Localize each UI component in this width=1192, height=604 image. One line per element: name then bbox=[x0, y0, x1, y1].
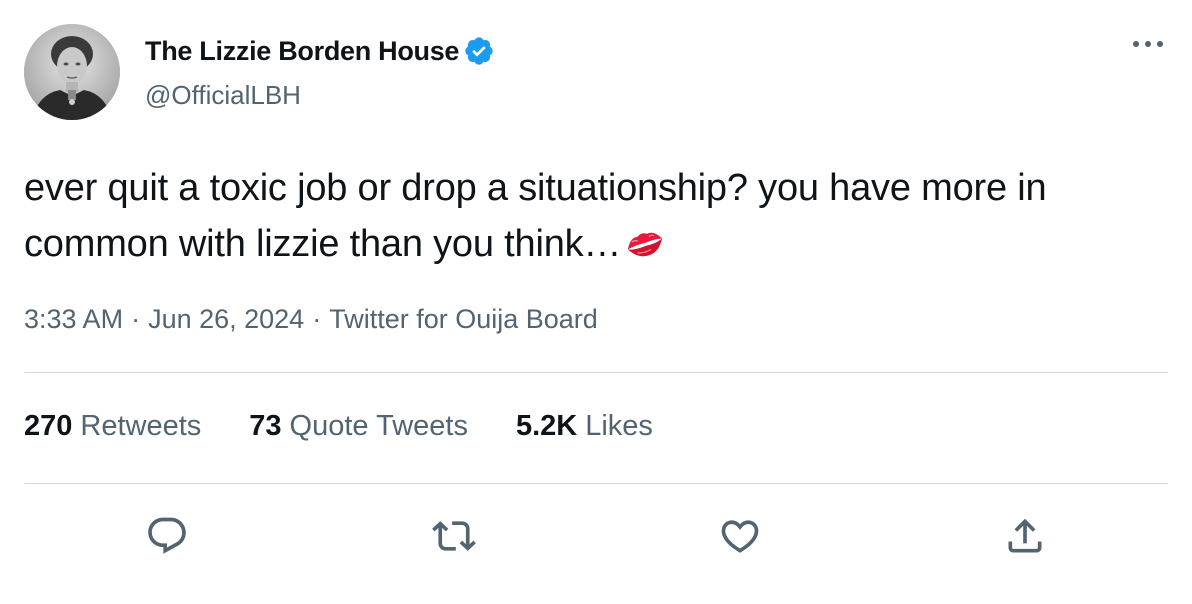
tweet-source[interactable]: Twitter for Ouija Board bbox=[329, 304, 598, 335]
quote-tweets-label: Quote Tweets bbox=[289, 410, 468, 442]
tweet-body: ever quit a toxic job or drop a situatio… bbox=[24, 167, 1047, 265]
meta-separator: · bbox=[131, 304, 141, 334]
tweet-date[interactable]: Jun 26, 2024 bbox=[148, 304, 304, 335]
divider bbox=[24, 483, 1168, 484]
tweet-text: ever quit a toxic job or drop a situatio… bbox=[24, 160, 1164, 272]
like-icon[interactable] bbox=[718, 514, 762, 558]
quote-tweets-stat[interactable]: 73 Quote Tweets bbox=[249, 410, 468, 443]
more-options-icon[interactable] bbox=[1128, 32, 1168, 56]
retweets-label: Retweets bbox=[80, 410, 202, 442]
kiss-mark-icon bbox=[623, 222, 667, 258]
tweet-time[interactable]: 3:33 AM bbox=[24, 304, 123, 335]
retweet-icon[interactable] bbox=[432, 514, 476, 558]
portrait-icon bbox=[24, 24, 120, 120]
engagement-stats: 270 Retweets 73 Quote Tweets 5.2K Likes bbox=[24, 410, 653, 443]
divider bbox=[24, 372, 1168, 373]
meta-separator: · bbox=[312, 304, 322, 334]
user-handle[interactable]: @OfficialLBH bbox=[145, 80, 301, 111]
verified-badge-icon bbox=[463, 35, 495, 67]
tweet-card: The Lizzie Borden House @OfficialLBH eve… bbox=[0, 0, 1192, 604]
share-icon[interactable] bbox=[1003, 514, 1047, 558]
display-name[interactable]: The Lizzie Borden House bbox=[145, 36, 459, 67]
quote-tweets-count: 73 bbox=[249, 410, 282, 442]
retweets-stat[interactable]: 270 Retweets bbox=[24, 410, 201, 443]
reply-icon[interactable] bbox=[145, 514, 189, 558]
display-name-row: The Lizzie Borden House bbox=[145, 32, 495, 70]
retweets-count: 270 bbox=[24, 410, 73, 442]
avatar[interactable] bbox=[24, 24, 120, 120]
likes-stat[interactable]: 5.2K Likes bbox=[516, 410, 653, 443]
tweet-meta: 3:33 AM · Jun 26, 2024 · Twitter for Oui… bbox=[24, 304, 598, 335]
likes-label: Likes bbox=[585, 410, 653, 442]
likes-count: 5.2K bbox=[515, 410, 578, 442]
